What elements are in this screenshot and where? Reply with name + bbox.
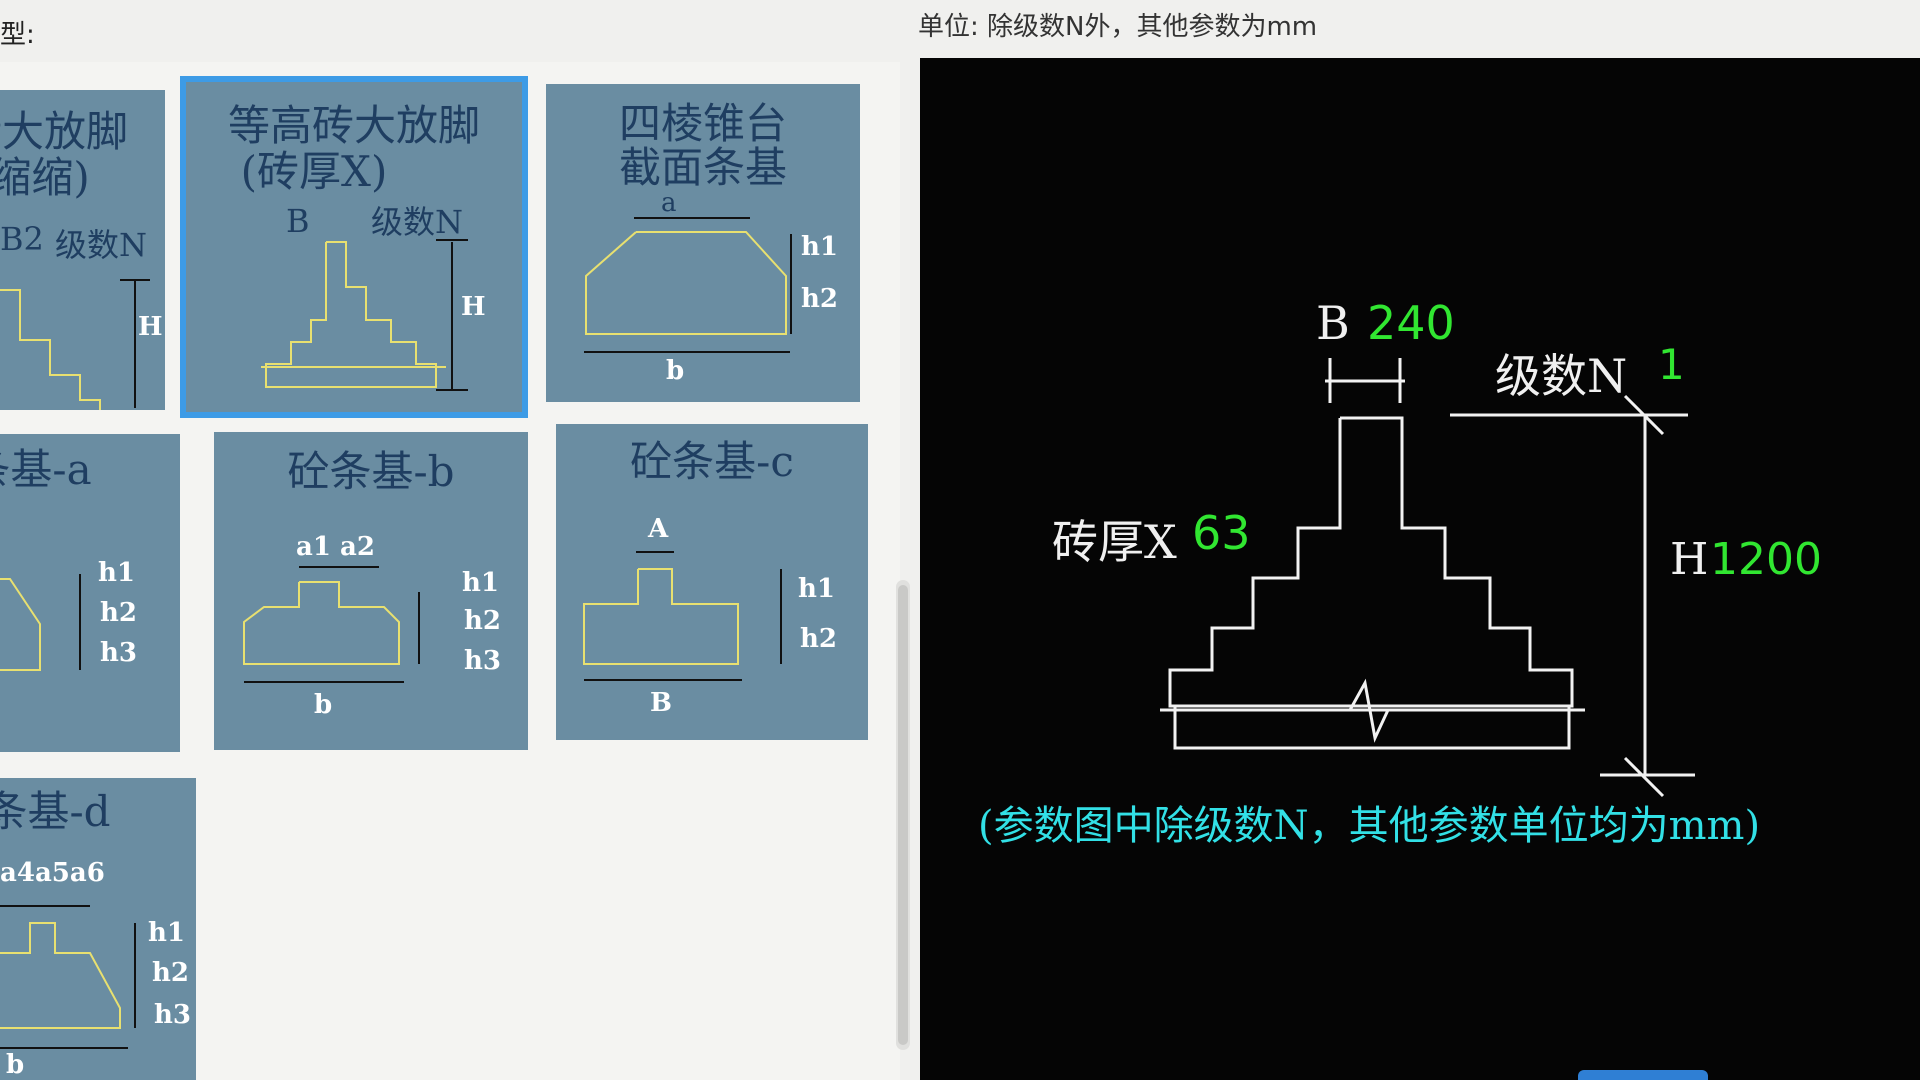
preview-b-label: B (1316, 296, 1350, 350)
tile-3-title-line2: 截面条基 (618, 143, 787, 192)
tile-2-title-line2: (砖厚X) (240, 147, 388, 196)
tile-5-h3-label: h3 (464, 646, 501, 676)
parameter-preview-panel: B 240 级数N 1 砖厚X 63 H 1200 (参数图中除级数N，其他参数… (920, 58, 1920, 1080)
preview-n-label: 级数N (1495, 349, 1628, 403)
preview-b-value[interactable]: 240 (1367, 296, 1455, 350)
tile-concrete-strip-footing-b[interactable]: 砼条基-b a1 a2 h1 h2 h3 b (214, 432, 528, 750)
tile-1-h-label: H (138, 312, 163, 342)
preview-h-label: H (1670, 534, 1709, 585)
tile-6-h2-label: h2 (800, 624, 837, 654)
tile-7-b-label: b (6, 1050, 25, 1080)
confirm-button-edge[interactable] (1578, 1070, 1708, 1080)
tile-1-title-line2: -缩缩) (0, 153, 90, 202)
tile-7-a-label: a4a5a6 (0, 858, 105, 888)
tile-3-title-line1: 四棱锥台 (618, 99, 787, 148)
tile-brick-footing-stepped[interactable]: 砖大放脚 -缩缩) B2 级数N H (0, 90, 165, 410)
tile-concrete-strip-footing-c[interactable]: 砼条基-c A h1 h2 B (556, 424, 868, 740)
tile-4-h1-label: h1 (98, 558, 135, 588)
unit-description: 单位: 除级数N外，其他参数为mm (918, 12, 1318, 42)
tile-2-title-line1: 等高砖大放脚 (227, 101, 480, 150)
foundation-type-gallery: 砖大放脚 -缩缩) B2 级数N H 等高砖大放脚 (砖厚X) B 级数N H … (0, 62, 900, 1080)
tile-2-b-label: B (286, 202, 310, 240)
tile-equal-height-brick-footing[interactable]: 等高砖大放脚 (砖厚X) B 级数N H (180, 76, 528, 418)
tile-3-b-label: b (666, 356, 685, 386)
tile-6-title: 砼条基-c (630, 437, 794, 486)
tile-1-title-line1: 砖大放脚 (0, 107, 129, 156)
tile-4-h2-label: h2 (100, 598, 137, 628)
tile-1-b-label: B2 (0, 220, 44, 258)
tile-2-n-label: 级数N (371, 203, 464, 241)
tile-7-h2-label: h2 (152, 958, 189, 988)
tile-3-h2-label: h2 (801, 284, 838, 314)
tile-7-title: 条基-d (0, 787, 111, 836)
preview-h-value[interactable]: 1200 (1710, 534, 1822, 585)
tile-7-h3-label: h3 (154, 1000, 191, 1030)
preview-x-label: 砖厚X (1052, 515, 1177, 569)
scrollbar-thumb[interactable] (898, 585, 908, 1045)
tile-3-a-label: a (661, 188, 677, 218)
tile-6-h1-label: h1 (798, 574, 835, 604)
tile-4-h3-label: h3 (100, 638, 137, 668)
type-label: 型: (0, 20, 35, 50)
tile-pyramid-strip-footing[interactable]: 四棱锥台 截面条基 a h1 h2 b (546, 84, 860, 402)
tile-7-h1-label: h1 (148, 918, 185, 948)
tile-4-title: 条基-a (0, 445, 92, 494)
tile-1-n-label: 级数N (55, 226, 148, 264)
preview-x-value[interactable]: 63 (1192, 506, 1251, 560)
tile-5-h1-label: h1 (462, 568, 499, 598)
tile-5-a-label: a1 a2 (296, 532, 375, 562)
tile-5-b-label: b (314, 690, 333, 720)
tile-3-h1-label: h1 (801, 232, 838, 262)
tile-5-title: 砼条基-b (287, 447, 455, 496)
tile-concrete-strip-footing-a[interactable]: 条基-a h1 h2 h3 (0, 434, 180, 752)
tile-concrete-strip-footing-d[interactable]: 条基-d a4a5a6 h1 h2 h3 b (0, 778, 196, 1080)
preview-unit-note: (参数图中除级数N，其他参数单位均为mm) (978, 803, 1761, 849)
tile-6-a-label: A (648, 514, 669, 544)
preview-n-value[interactable]: 1 (1658, 340, 1685, 389)
tile-2-h-label: H (461, 292, 486, 322)
tile-5-h2-label: h2 (464, 606, 501, 636)
tile-6-b-label: B (650, 688, 672, 718)
